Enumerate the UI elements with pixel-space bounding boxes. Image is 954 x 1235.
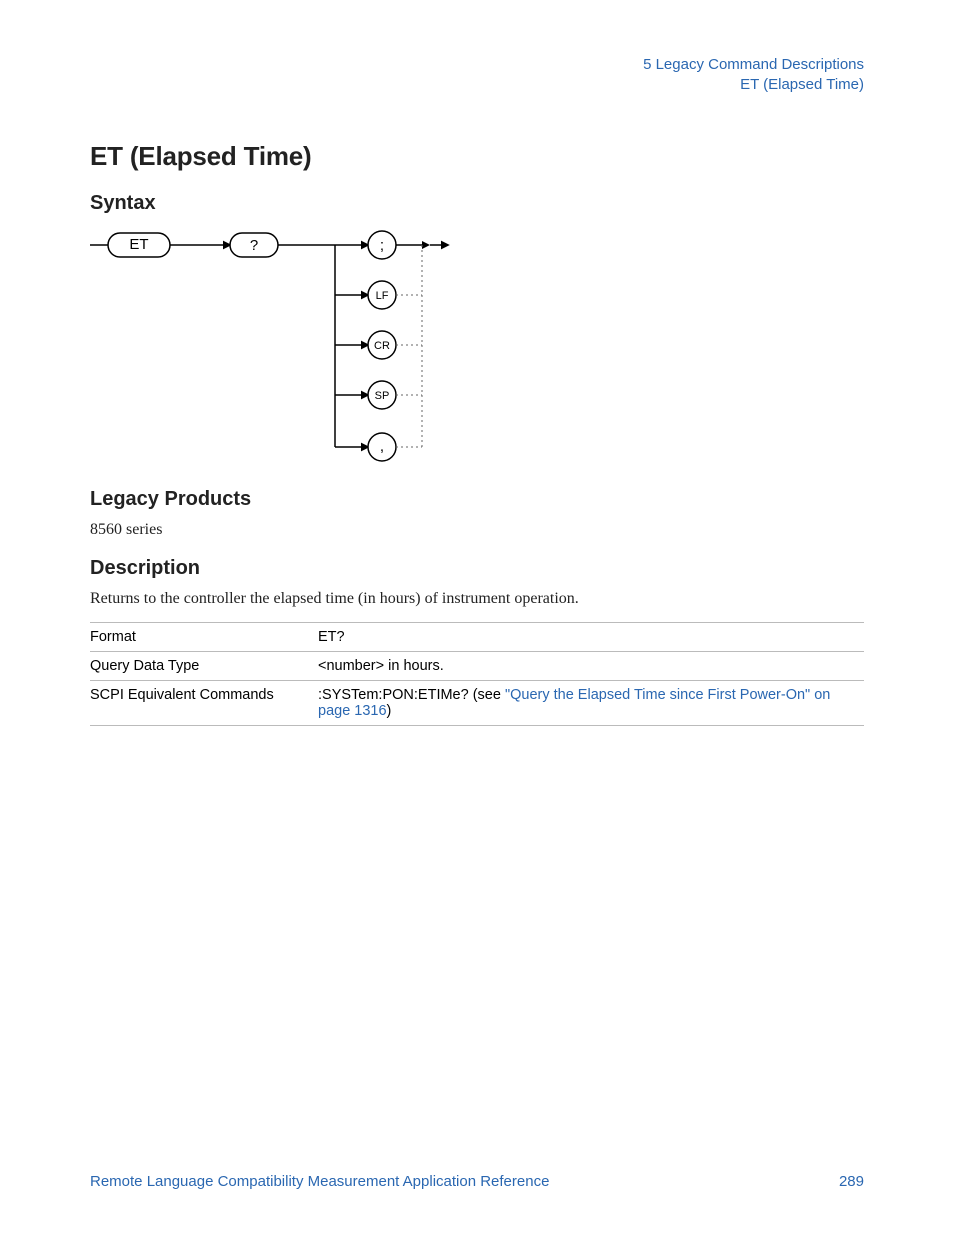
row-value: ET? (318, 622, 864, 651)
row-label: SCPI Equivalent Commands (90, 680, 318, 725)
row-label: Format (90, 622, 318, 651)
section-syntax: Syntax (90, 192, 864, 215)
diagram-term-lf: LF (376, 290, 389, 302)
header-chapter: 5 Legacy Command Descriptions (90, 55, 864, 75)
row-value-suffix: ) (387, 703, 392, 719)
diagram-term-comma: , (380, 438, 384, 455)
info-table: Format ET? Query Data Type <number> in h… (90, 622, 864, 726)
description-body: Returns to the controller the elapsed ti… (90, 590, 864, 608)
page-header: 5 Legacy Command Descriptions ET (Elapse… (90, 55, 864, 96)
section-description: Description (90, 557, 864, 580)
footer-doc-title: Remote Language Compatibility Measuremen… (90, 1173, 549, 1190)
header-topic: ET (Elapsed Time) (90, 75, 864, 95)
row-value: :SYSTem:PON:ETIMe? (see "Query the Elaps… (318, 680, 864, 725)
section-legacy-products: Legacy Products (90, 488, 864, 511)
page-title: ET (Elapsed Time) (90, 141, 864, 172)
footer-page-number: 289 (839, 1173, 864, 1190)
diagram-term-sp: SP (375, 390, 390, 402)
diagram-token-q: ? (250, 237, 258, 254)
table-row: Query Data Type <number> in hours. (90, 651, 864, 680)
diagram-term-semicolon: ; (380, 237, 384, 254)
diagram-token-et: ET (129, 236, 148, 253)
table-row: SCPI Equivalent Commands :SYSTem:PON:ETI… (90, 680, 864, 725)
row-value-prefix: :SYSTem:PON:ETIMe? (see (318, 687, 505, 703)
row-label: Query Data Type (90, 651, 318, 680)
legacy-products-body: 8560 series (90, 521, 864, 539)
syntax-diagram: ET ? ; LF (90, 225, 864, 470)
row-value: <number> in hours. (318, 651, 864, 680)
page-footer: Remote Language Compatibility Measuremen… (90, 1173, 864, 1190)
table-row: Format ET? (90, 622, 864, 651)
diagram-term-cr: CR (374, 340, 390, 352)
